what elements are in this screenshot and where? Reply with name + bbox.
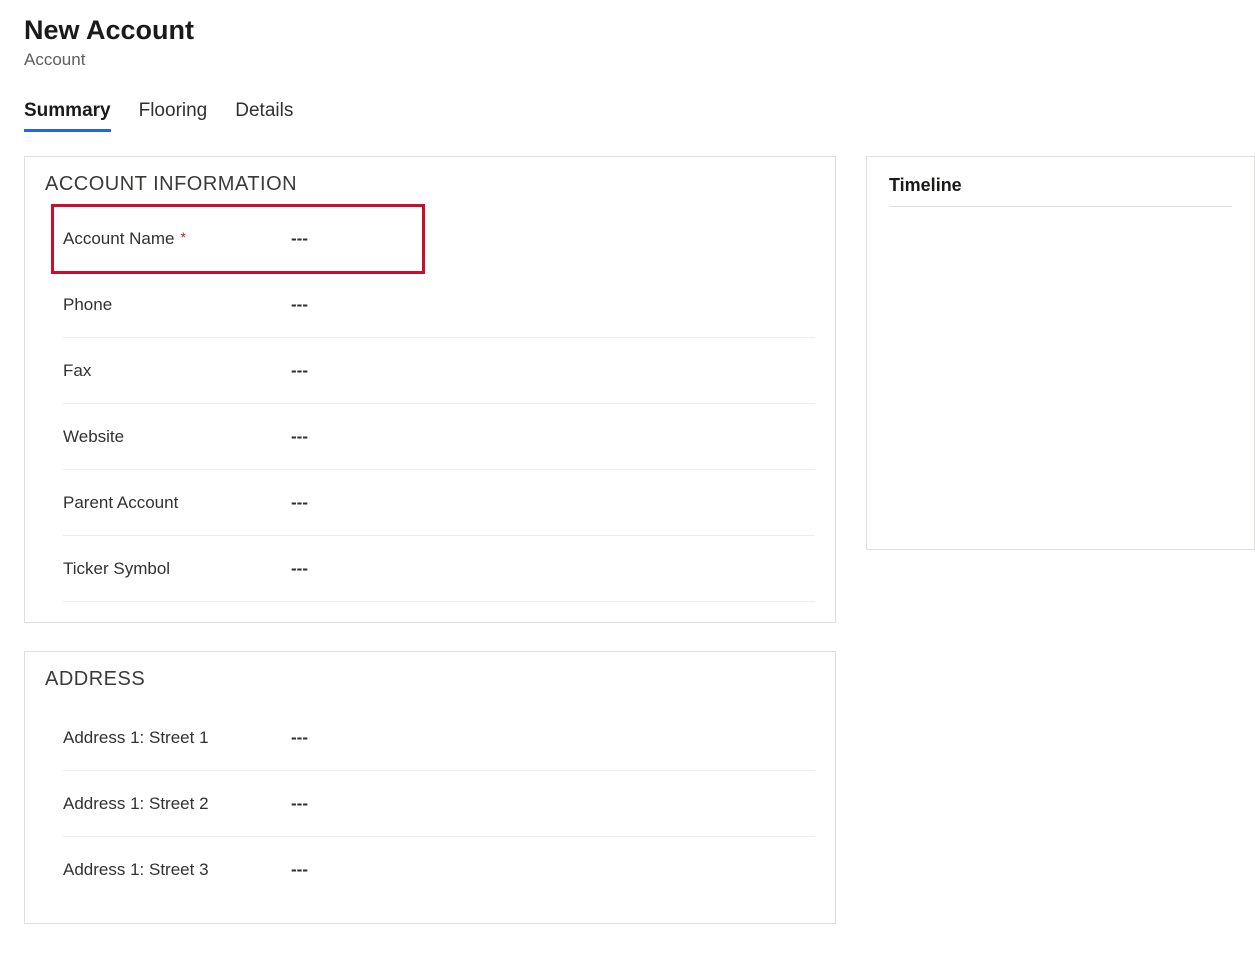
field-label: Address 1: Street 3 <box>63 860 209 880</box>
field-label-wrap: Parent Account <box>63 493 263 513</box>
field-ticker-symbol[interactable]: Ticker Symbol --- <box>63 536 815 602</box>
field-list-address: Address 1: Street 1 --- Address 1: Stree… <box>63 705 815 903</box>
tab-flooring[interactable]: Flooring <box>139 94 208 132</box>
field-address1-street1[interactable]: Address 1: Street 1 --- <box>63 705 815 771</box>
field-label: Account Name <box>63 229 175 249</box>
field-account-name[interactable]: Account Name * --- <box>53 206 423 272</box>
field-label-wrap: Ticker Symbol <box>63 559 263 579</box>
field-label: Ticker Symbol <box>63 559 170 579</box>
field-value-phone[interactable]: --- <box>263 295 815 315</box>
field-value-address1-street3[interactable]: --- <box>263 860 815 880</box>
field-label: Website <box>63 427 124 447</box>
field-label: Parent Account <box>63 493 178 513</box>
field-label: Address 1: Street 1 <box>63 728 209 748</box>
tabs: Summary Flooring Details <box>24 94 1255 132</box>
field-value-ticker-symbol[interactable]: --- <box>263 559 815 579</box>
field-list-account-information: Account Name * --- Phone --- Fax <box>63 206 815 602</box>
page-header: New Account Account <box>24 14 1255 70</box>
field-phone[interactable]: Phone --- <box>63 272 815 338</box>
field-label-wrap: Address 1: Street 3 <box>63 860 263 880</box>
timeline-panel: Timeline <box>866 156 1255 550</box>
section-account-information: ACCOUNT INFORMATION Account Name * --- P… <box>24 156 836 623</box>
required-indicator: * <box>181 230 186 244</box>
field-value-address1-street1[interactable]: --- <box>263 728 815 748</box>
field-value-website[interactable]: --- <box>263 427 815 447</box>
field-value-parent-account[interactable]: --- <box>263 493 815 513</box>
tab-summary[interactable]: Summary <box>24 94 111 132</box>
field-value-address1-street2[interactable]: --- <box>263 794 815 814</box>
timeline-title: Timeline <box>889 175 1232 196</box>
field-label-wrap: Phone <box>63 295 263 315</box>
section-heading-address: ADDRESS <box>45 668 815 691</box>
field-address1-street3[interactable]: Address 1: Street 3 --- <box>63 837 815 903</box>
field-label-wrap: Website <box>63 427 263 447</box>
field-parent-account[interactable]: Parent Account --- <box>63 470 815 536</box>
field-label-wrap: Account Name * <box>63 229 263 249</box>
field-label-wrap: Fax <box>63 361 263 381</box>
field-value-fax[interactable]: --- <box>263 361 815 381</box>
section-heading-account-information: ACCOUNT INFORMATION <box>45 173 815 196</box>
field-address1-street2[interactable]: Address 1: Street 2 --- <box>63 771 815 837</box>
field-label-wrap: Address 1: Street 1 <box>63 728 263 748</box>
field-label: Fax <box>63 361 91 381</box>
field-website[interactable]: Website --- <box>63 404 815 470</box>
section-address: ADDRESS Address 1: Street 1 --- Address … <box>24 651 836 924</box>
field-label: Address 1: Street 2 <box>63 794 209 814</box>
page-subtitle: Account <box>24 50 1255 70</box>
page-title: New Account <box>24 14 1255 46</box>
field-label-wrap: Address 1: Street 2 <box>63 794 263 814</box>
field-fax[interactable]: Fax --- <box>63 338 815 404</box>
field-value-account-name[interactable]: --- <box>263 229 423 249</box>
tab-details[interactable]: Details <box>235 94 293 132</box>
field-label: Phone <box>63 295 112 315</box>
timeline-divider <box>889 206 1232 207</box>
